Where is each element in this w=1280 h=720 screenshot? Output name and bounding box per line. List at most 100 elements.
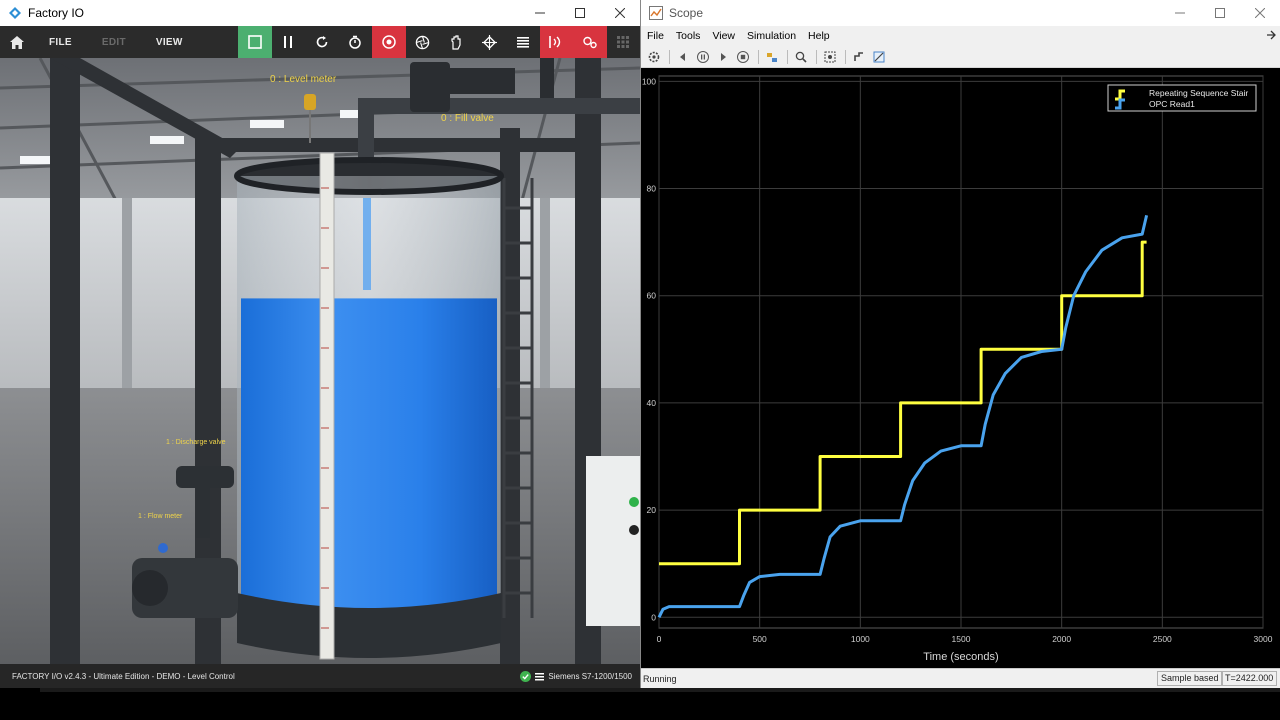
legend-label-opc: OPC Read1: [1149, 99, 1195, 109]
zoom-icon[interactable]: [794, 50, 808, 64]
drivers-button[interactable]: [539, 26, 573, 58]
x-axis-label: Time (seconds): [923, 651, 998, 663]
reset-icon: [316, 36, 328, 48]
pause-icon: [284, 36, 293, 48]
taskbar: [0, 688, 1280, 720]
factory-io-app-icon: [9, 7, 21, 19]
y-tick-label: 60: [647, 291, 657, 301]
legend-label-stair: Repeating Sequence Stair: [1149, 88, 1248, 98]
signal-icon: [549, 36, 561, 48]
factory-io-window-title: Factory IO: [28, 6, 85, 20]
scope-window-title: Scope: [669, 6, 704, 20]
factory-scene-viewport[interactable]: 0 : Level meter 0 : Fill valve 1 : Disch…: [0, 58, 640, 664]
stopwatch-icon: [349, 35, 361, 49]
factory-io-toolbar: [238, 26, 640, 58]
close-button[interactable]: [600, 0, 640, 26]
home-button[interactable]: [0, 26, 34, 58]
x-tick-label: 3000: [1254, 634, 1273, 644]
scope-titlebar[interactable]: Scope: [641, 0, 1280, 26]
simulation-status-text: Running: [643, 673, 677, 684]
y-tick-label: 80: [647, 184, 657, 194]
home-icon: [10, 35, 24, 49]
dock-arrow-icon[interactable]: [1260, 30, 1280, 43]
pause-button[interactable]: [271, 26, 305, 58]
grid-icon: [617, 36, 630, 48]
close-icon: [1255, 8, 1265, 18]
scope-maximize-button[interactable]: [1200, 0, 1240, 26]
fill-stream: [363, 198, 371, 290]
reset-button[interactable]: [305, 26, 339, 58]
camera-orbit-button[interactable]: [372, 26, 406, 58]
stop-icon[interactable]: [736, 50, 750, 64]
list-button[interactable]: [506, 26, 540, 58]
factory-io-version-text: FACTORY I/O v2.4.3 - Ultimate Edition - …: [12, 671, 235, 681]
scope-plot-area[interactable]: 0 500 1000 1500 2000 2500 3000 0 20 40 60 80 100 Tim…: [641, 68, 1280, 668]
legend: Repeating Sequence Stair OPC Read1: [1107, 84, 1257, 112]
label-discharge-valve: 1 : Discharge valve: [166, 439, 226, 446]
scope-app-icon: [649, 6, 663, 20]
scope-menu-simulation[interactable]: Simulation: [741, 30, 802, 42]
close-icon: [615, 8, 625, 18]
label-level-meter: 0 : Level meter: [270, 74, 337, 85]
connect-button[interactable]: [573, 26, 607, 58]
x-tick-label: 1500: [952, 634, 971, 644]
menu-file[interactable]: FILE: [34, 37, 87, 48]
highlight-block-icon[interactable]: [765, 50, 779, 64]
fit-to-view-icon[interactable]: [823, 50, 837, 64]
cursor-measurements-icon[interactable]: [872, 50, 886, 64]
minimize-button[interactable]: [520, 0, 560, 26]
x-tick-label: 500: [753, 634, 767, 644]
y-tick-label: 0: [651, 612, 656, 622]
x-tick-label: 2500: [1153, 634, 1172, 644]
connected-check-icon: [520, 670, 532, 682]
gears-icon: [583, 36, 597, 49]
control-box: [586, 456, 640, 626]
minimize-icon: [1175, 12, 1185, 14]
scope-toolbar: [641, 46, 1280, 68]
scope-close-button[interactable]: [1240, 0, 1280, 26]
label-flow-meter: 1 : Flow meter: [138, 513, 183, 520]
scope-statusbar: Running Sample based T=2422.000: [641, 668, 1280, 688]
timer-button[interactable]: [338, 26, 372, 58]
taskbar-strip: [40, 688, 1280, 692]
aperture-icon: [415, 35, 429, 49]
x-tick-label: 0: [657, 634, 662, 644]
x-tick-label: 1000: [851, 634, 870, 644]
menu-view[interactable]: VIEW: [141, 37, 198, 48]
square-icon: [247, 35, 262, 49]
sample-mode-text: Sample based: [1157, 671, 1223, 686]
desktop: Factory IO FILE EDIT VIEW 0: Level mete…: [0, 0, 1280, 720]
pause-icon[interactable]: [696, 50, 710, 64]
minimize-icon: [535, 12, 545, 14]
factory-io-titlebar[interactable]: Factory IO: [0, 0, 640, 26]
target-button[interactable]: [472, 26, 506, 58]
scope-menu-file[interactable]: File: [641, 30, 670, 42]
y-tick-label: 40: [647, 398, 657, 408]
edit-mode-button[interactable]: [238, 26, 272, 58]
aperture-button[interactable]: [405, 26, 439, 58]
plc-driver-text[interactable]: Siemens S7-1200/1500: [548, 672, 632, 681]
grid-button[interactable]: [606, 26, 640, 58]
step-forward-icon[interactable]: [716, 50, 730, 64]
scope-window: Scope File Tools View Simulation Help 0 …: [640, 0, 1280, 688]
maximize-button[interactable]: [560, 0, 600, 26]
scope-menu-help[interactable]: Help: [802, 30, 836, 42]
time-readout-text: T=2422.000: [1221, 671, 1278, 686]
step-back-icon[interactable]: [676, 50, 690, 64]
scope-menu-view[interactable]: View: [706, 30, 741, 42]
maximize-icon: [575, 8, 585, 18]
y-tick-label: 100: [642, 76, 656, 86]
list-icon: [516, 37, 529, 48]
scope-menu-tools[interactable]: Tools: [670, 30, 707, 42]
label-fill-valve: 0 : Fill valve: [441, 113, 494, 124]
orbit-icon: [382, 35, 396, 49]
triggers-icon[interactable]: [852, 50, 866, 64]
scope-menubar: File Tools View Simulation Help: [641, 26, 1280, 46]
scope-minimize-button[interactable]: [1160, 0, 1200, 26]
menu-edit[interactable]: EDIT: [87, 37, 141, 48]
hand-tool-button[interactable]: [439, 26, 473, 58]
maximize-icon: [1215, 8, 1225, 18]
hand-icon: [451, 34, 461, 50]
tank: [234, 157, 504, 658]
settings-gear-icon[interactable]: [647, 50, 661, 64]
